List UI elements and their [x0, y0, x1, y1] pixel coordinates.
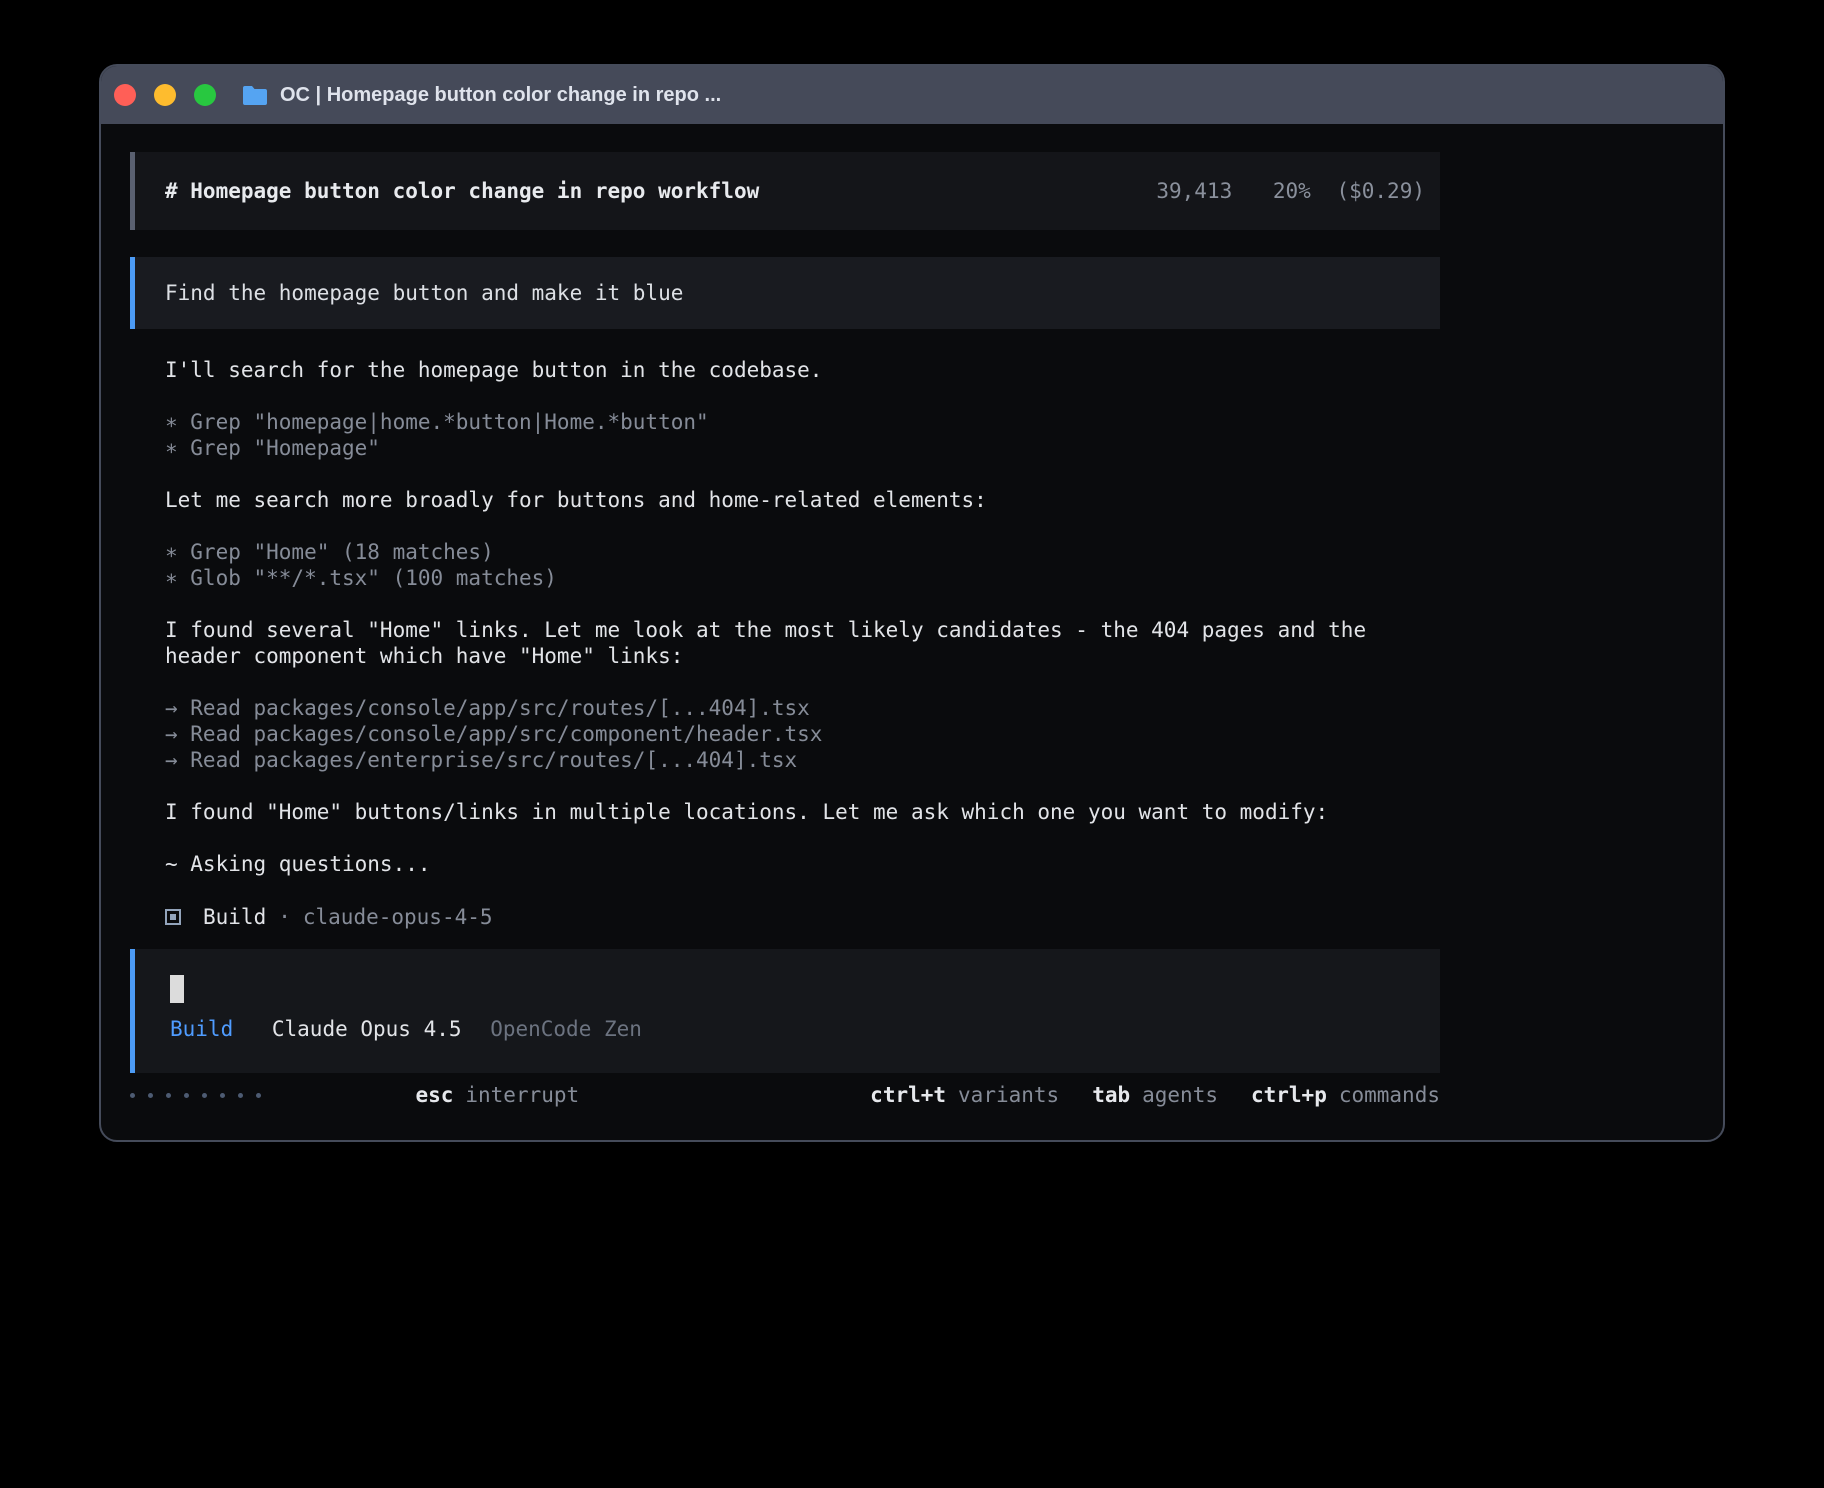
assistant-text-line: ~ Asking questions... — [165, 851, 1440, 877]
hint-variants: ctrl+t variants — [870, 1082, 1059, 1108]
user-message-text: Find the homepage button and make it blu… — [165, 280, 683, 306]
tool-call-line: → Read packages/enterprise/src/routes/[.… — [165, 747, 1440, 773]
spinner-dot — [184, 1093, 189, 1098]
prompt-input[interactable]: Build Claude Opus 4.5 OpenCode Zen — [130, 949, 1440, 1073]
spinner-dot — [166, 1093, 171, 1098]
terminal-window: OC | Homepage button color change in rep… — [99, 64, 1725, 1142]
hint-label: interrupt — [465, 1083, 579, 1107]
folder-icon — [242, 85, 268, 105]
session-stats: 39,413 20% ($0.29) — [1156, 178, 1425, 204]
tool-call-line: → Read packages/console/app/src/routes/[… — [165, 695, 1440, 721]
session-header: # Homepage button color change in repo w… — [130, 152, 1440, 230]
hint-interrupt: esc interrupt — [289, 1056, 579, 1134]
assistant-text-line: I found several "Home" links. Let me loo… — [165, 617, 1440, 643]
agent-name: Build — [203, 904, 266, 930]
input-meta: Build Claude Opus 4.5 OpenCode Zen — [170, 1016, 1440, 1042]
hint-key: ctrl+t — [870, 1083, 946, 1107]
token-count: 39,413 — [1156, 179, 1232, 203]
spinner-dot — [238, 1093, 243, 1098]
tool-call-line: ∗ Grep "Homepage" — [165, 435, 1440, 461]
session-cost: ($0.29) — [1336, 179, 1425, 203]
text-cursor-icon — [170, 975, 184, 1003]
desktop: { "window": { "title": "OC | Homepage bu… — [0, 0, 1824, 1488]
terminal-content: # Homepage button color change in repo w… — [130, 152, 1440, 1108]
provider-label: OpenCode Zen — [490, 1017, 642, 1041]
spinner-dot — [220, 1093, 225, 1098]
separator-dot-icon: · — [278, 904, 291, 930]
session-title: # Homepage button color change in repo w… — [165, 178, 759, 204]
window-title: OC | Homepage button color change in rep… — [280, 84, 721, 107]
spinner-dot — [256, 1093, 261, 1098]
hint-agents: tab agents — [1092, 1082, 1218, 1108]
blank-line — [165, 877, 1440, 903]
conversation: I'll search for the homepage button in t… — [130, 357, 1440, 903]
assistant-text-line: header component which have "Home" links… — [165, 643, 1440, 669]
blank-line — [165, 825, 1440, 851]
blank-line — [165, 383, 1440, 409]
assistant-text-line: I'll search for the homepage button in t… — [165, 357, 1440, 383]
traffic-lights — [114, 84, 216, 106]
tool-call-line: → Read packages/console/app/src/componen… — [165, 721, 1440, 747]
agent-model: claude-opus-4-5 — [303, 904, 493, 930]
tool-call-line: ∗ Grep "Home" (18 matches) — [165, 539, 1440, 565]
mode-label[interactable]: Build — [170, 1017, 233, 1041]
hint-label: agents — [1142, 1083, 1218, 1107]
hint-commands: ctrl+p commands — [1251, 1082, 1440, 1108]
hint-key: tab — [1092, 1083, 1130, 1107]
tool-call-line: ∗ Glob "**/*.tsx" (100 matches) — [165, 565, 1440, 591]
build-agent-icon — [165, 909, 181, 925]
status-bar: escinterrupt ctrl+tvariantstabagentsctrl… — [130, 1082, 1440, 1108]
assistant-text-line: I found "Home" buttons/links in multiple… — [165, 799, 1440, 825]
zoom-button[interactable] — [194, 84, 216, 106]
close-button[interactable] — [114, 84, 136, 106]
blank-line — [165, 461, 1440, 487]
hint-key: esc — [415, 1083, 453, 1107]
hint-label: commands — [1339, 1083, 1440, 1107]
spinner-dot — [130, 1093, 135, 1098]
spinner-dot — [202, 1093, 207, 1098]
blank-line — [165, 669, 1440, 695]
blank-line — [165, 513, 1440, 539]
spinner-dot — [148, 1093, 153, 1098]
blank-line — [165, 591, 1440, 617]
spinner-dots-icon — [130, 1093, 261, 1098]
user-message: Find the homepage button and make it blu… — [130, 257, 1440, 329]
minimize-button[interactable] — [154, 84, 176, 106]
window-titlebar[interactable]: OC | Homepage button color change in rep… — [101, 66, 1723, 124]
hint-key: ctrl+p — [1251, 1083, 1327, 1107]
context-percent: 20% — [1273, 179, 1311, 203]
hint-label: variants — [958, 1083, 1059, 1107]
agent-status-line: Build · claude-opus-4-5 — [130, 903, 1440, 931]
tool-call-line: ∗ Grep "homepage|home.*button|Home.*butt… — [165, 409, 1440, 435]
status-bar-right: ctrl+t variants tab agents ctrl+p commands — [870, 1082, 1440, 1108]
assistant-text-line: Let me search more broadly for buttons a… — [165, 487, 1440, 513]
blank-line — [165, 773, 1440, 799]
status-bar-left: esc interrupt — [130, 1056, 579, 1134]
model-label[interactable]: Claude Opus 4.5 — [272, 1017, 462, 1041]
